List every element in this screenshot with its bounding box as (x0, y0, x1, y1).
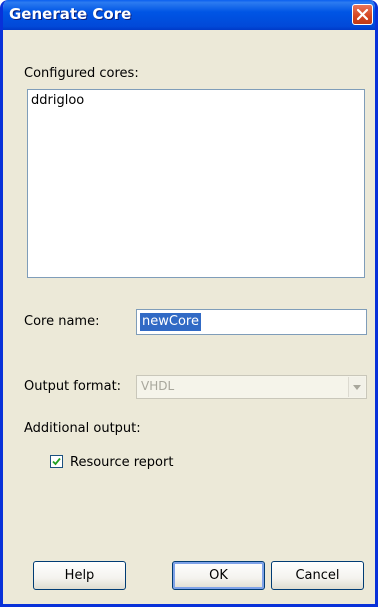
output-format-value: VHDL (141, 379, 175, 393)
configured-cores-label: Configured cores: (24, 66, 139, 81)
checkmark-icon (52, 457, 61, 466)
output-format-select[interactable]: VHDL (136, 375, 367, 399)
generate-core-dialog: Generate Core Configured cores: ddrigloo… (0, 0, 378, 607)
title-bar[interactable]: Generate Core (3, 0, 375, 30)
configured-cores-list[interactable]: ddrigloo (27, 89, 365, 278)
resource-report-label[interactable]: Resource report (70, 455, 173, 470)
output-format-label: Output format: (24, 379, 122, 394)
window-title: Generate Core (9, 5, 132, 23)
close-button[interactable] (352, 4, 373, 25)
chevron-down-icon (353, 385, 361, 390)
core-name-label: Core name: (24, 314, 100, 329)
help-button[interactable]: Help (33, 561, 126, 590)
ok-button[interactable]: OK (172, 561, 265, 590)
additional-output-label: Additional output: (24, 421, 141, 436)
close-icon (356, 8, 369, 21)
dropdown-button[interactable] (348, 377, 365, 397)
cancel-button[interactable]: Cancel (271, 561, 364, 590)
core-name-value: newCore (140, 313, 201, 331)
list-item[interactable]: ddrigloo (31, 93, 84, 108)
resource-report-checkbox[interactable] (50, 455, 63, 468)
core-name-input[interactable]: newCore (136, 309, 367, 335)
